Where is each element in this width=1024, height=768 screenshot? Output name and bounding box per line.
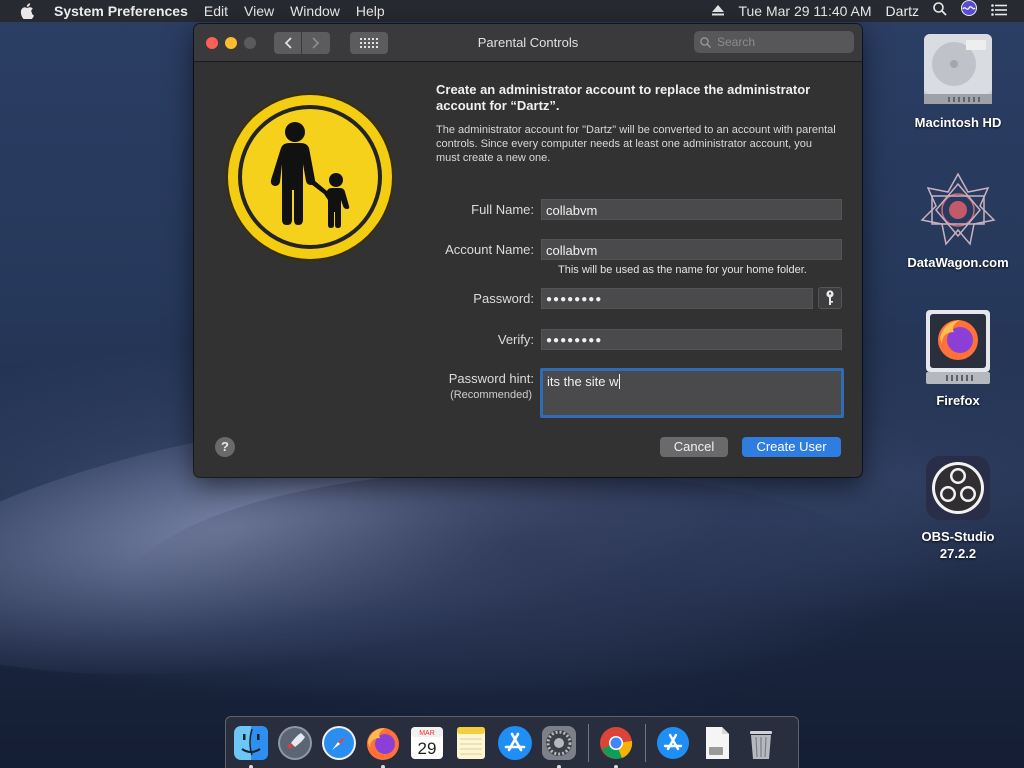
password-field[interactable]: ●●●●●●●● bbox=[541, 288, 813, 309]
menu-app-name[interactable]: System Preferences bbox=[54, 0, 196, 22]
notification-center-icon[interactable] bbox=[984, 0, 1014, 22]
desktop-icon-firefox[interactable]: Firefox bbox=[903, 308, 1013, 409]
verify-field[interactable]: ●●●●●●●● bbox=[541, 329, 842, 350]
account-name-label: Account Name: bbox=[445, 242, 534, 257]
apple-menu-icon[interactable] bbox=[0, 3, 54, 19]
app-store-icon bbox=[498, 725, 532, 760]
spotlight-icon[interactable] bbox=[926, 0, 954, 22]
menu-help[interactable]: Help bbox=[348, 0, 393, 22]
trash-icon bbox=[750, 730, 772, 759]
full-name-label: Full Name: bbox=[471, 202, 534, 217]
dock-launchpad[interactable] bbox=[276, 724, 314, 762]
parental-controls-icon bbox=[226, 93, 394, 261]
home-folder-note: This will be used as the name for your h… bbox=[558, 264, 807, 276]
dock-separator bbox=[645, 723, 646, 762]
password-label: Password: bbox=[473, 291, 534, 306]
search-placeholder: Search bbox=[717, 35, 756, 49]
help-button[interactable]: ? bbox=[215, 437, 235, 457]
firefox-icon bbox=[367, 727, 399, 760]
menu-bar: System Preferences Edit View Window Help… bbox=[0, 0, 1024, 22]
dock-safari[interactable] bbox=[320, 724, 358, 762]
dock-trash[interactable] bbox=[742, 724, 780, 762]
datawagon-icon bbox=[920, 172, 996, 246]
safari-icon bbox=[322, 725, 356, 760]
grid-icon bbox=[360, 37, 378, 48]
verify-label: Verify: bbox=[497, 332, 534, 347]
dock-app-store[interactable] bbox=[496, 724, 534, 762]
document-icon bbox=[706, 726, 729, 759]
minimize-window-button[interactable] bbox=[225, 36, 237, 49]
dialog-heading: Create an administrator account to repla… bbox=[436, 82, 811, 113]
user-menu[interactable]: Dartz bbox=[879, 0, 926, 22]
dock-calendar[interactable]: MAR 29 bbox=[408, 724, 446, 762]
finder-icon bbox=[234, 725, 268, 760]
desktop-icon-macintosh-hd[interactable]: Macintosh HD bbox=[903, 30, 1013, 131]
siri-icon[interactable] bbox=[954, 0, 984, 22]
password-hint-text: its the site w bbox=[547, 374, 619, 389]
system-preferences-icon bbox=[542, 725, 576, 760]
chrome-icon bbox=[600, 726, 633, 759]
account-name-field[interactable]: collabvm bbox=[541, 239, 842, 260]
dock-notes[interactable] bbox=[452, 724, 490, 762]
calendar-month: MAR bbox=[419, 730, 435, 737]
menu-edit[interactable]: Edit bbox=[196, 0, 236, 22]
menu-view[interactable]: View bbox=[236, 0, 282, 22]
dock-firefox[interactable] bbox=[364, 724, 402, 768]
cancel-button[interactable]: Cancel bbox=[660, 437, 728, 457]
create-user-button[interactable]: Create User bbox=[742, 437, 841, 457]
desktop-icon-obs-studio[interactable]: OBS-Studio 27.2.2 bbox=[903, 452, 1013, 562]
recommended-label: (Recommended) bbox=[450, 389, 532, 401]
desktop-icon-label: OBS-Studio 27.2.2 bbox=[921, 529, 995, 561]
password-hint-label: Password hint: bbox=[448, 371, 534, 386]
notes-icon bbox=[457, 726, 485, 759]
clock[interactable]: Tue Mar 29 11:40 AM bbox=[731, 0, 878, 22]
eject-icon[interactable] bbox=[705, 0, 731, 22]
show-all-button[interactable] bbox=[350, 31, 388, 54]
chevron-right-icon bbox=[312, 36, 320, 49]
forward-button[interactable] bbox=[302, 31, 330, 54]
dock-document[interactable] bbox=[698, 724, 736, 762]
desktop-icon-label: Firefox bbox=[936, 393, 980, 408]
title-bar: Parental Controls Search bbox=[194, 24, 862, 62]
password-assistant-button[interactable] bbox=[818, 287, 842, 309]
parental-controls-window: Parental Controls Search Create an admin… bbox=[194, 24, 862, 477]
desktop-icon-label: Macintosh HD bbox=[914, 115, 1002, 130]
chevron-left-icon bbox=[284, 36, 292, 49]
dock: MAR 29 bbox=[225, 716, 799, 768]
launchpad-icon bbox=[278, 725, 312, 760]
firefox-disk-icon bbox=[926, 310, 990, 384]
menu-window[interactable]: Window bbox=[282, 0, 348, 22]
dock-app-store-download[interactable] bbox=[654, 724, 692, 762]
dialog-description: The administrator account for "Dartz" wi… bbox=[436, 124, 836, 164]
search-field[interactable]: Search bbox=[694, 31, 854, 53]
dock-system-preferences[interactable] bbox=[540, 724, 578, 768]
app-store-download-icon bbox=[657, 726, 689, 759]
desktop-icon-label: DataWagon.com bbox=[907, 255, 1009, 270]
search-icon bbox=[700, 36, 711, 48]
hard-drive-icon bbox=[924, 34, 992, 104]
zoom-window-button[interactable] bbox=[244, 36, 256, 49]
full-name-field[interactable]: collabvm bbox=[541, 199, 842, 220]
desktop-icon-datawagon[interactable]: DataWagon.com bbox=[903, 170, 1013, 271]
obs-icon bbox=[926, 456, 990, 520]
dock-separator bbox=[588, 723, 589, 762]
password-hint-field[interactable]: its the site w bbox=[540, 368, 844, 418]
calendar-icon: MAR 29 bbox=[411, 726, 443, 759]
dock-finder[interactable] bbox=[232, 724, 270, 768]
dock-chrome[interactable] bbox=[597, 724, 635, 768]
key-icon bbox=[826, 290, 834, 305]
close-window-button[interactable] bbox=[206, 36, 218, 49]
calendar-day: 29 bbox=[418, 739, 437, 758]
back-button[interactable] bbox=[274, 31, 302, 54]
